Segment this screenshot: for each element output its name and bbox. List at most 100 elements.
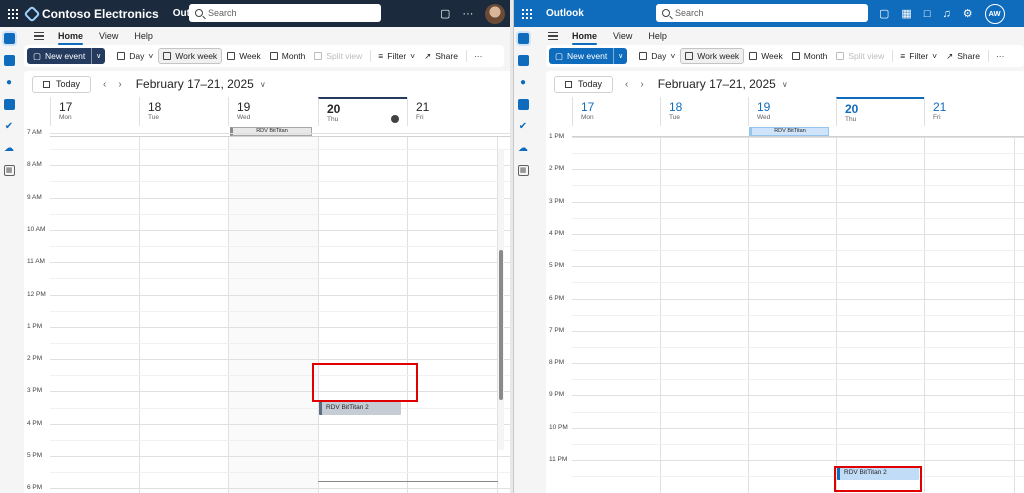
onedrive-icon[interactable]: ☁	[4, 143, 15, 154]
meet-now-icon[interactable]: ▢	[879, 7, 889, 20]
tab-view[interactable]: View	[99, 31, 118, 41]
calendar-icon[interactable]	[517, 55, 529, 66]
week-grid: 17 Mon 18 Tue 19 Wed 20 Thu 21 Fri RDV BitTit…	[546, 97, 1024, 493]
chevron-down-icon: ˅	[148, 51, 154, 61]
scrollbar-thumb[interactable]	[499, 250, 503, 400]
next-week-chevron-icon[interactable]: ›	[640, 79, 643, 90]
bell-icon[interactable]: ♫	[942, 8, 950, 20]
month-view-button[interactable]: Month	[266, 48, 310, 64]
day-view-button[interactable]: Day ˅	[113, 48, 157, 64]
hour-line	[50, 197, 510, 199]
day-header-mon[interactable]: 17 Mon	[572, 97, 660, 126]
previous-week-chevron-icon[interactable]: ‹	[103, 79, 106, 90]
filter-label: Filter	[909, 51, 929, 61]
hamburger-icon[interactable]	[548, 32, 558, 40]
week-view-button[interactable]: Week	[745, 48, 787, 64]
day-header-fri[interactable]: 21 Fri	[407, 97, 497, 126]
day-header-fri[interactable]: 21 Fri	[924, 97, 1014, 126]
next-week-chevron-icon[interactable]: ›	[118, 79, 121, 90]
new-event-dropdown-chevron-icon[interactable]: ∨	[91, 48, 106, 64]
more-apps-icon[interactable]: ▦	[3, 165, 15, 176]
month-view-button[interactable]: Month	[788, 48, 832, 64]
work-week-icon	[685, 52, 694, 60]
people-icon[interactable]: ●	[4, 77, 15, 88]
tab-home[interactable]: Home	[572, 31, 598, 45]
all-day-event[interactable]: RDV BitTitan	[749, 127, 829, 136]
ribbon-tabs: Home View Help	[532, 27, 1024, 45]
excel-icon[interactable]: ▦	[901, 7, 911, 20]
day-name: Tue	[148, 114, 159, 121]
app-rail: ● ✔ ☁ ▦	[0, 27, 18, 493]
filter-button[interactable]: ≡ Filter ˅	[896, 48, 941, 64]
week-view-button[interactable]: Week	[223, 48, 265, 64]
new-event-label: New event	[567, 51, 608, 61]
chat-icon[interactable]: □	[924, 8, 931, 20]
dual-outlook-screens: Contoso Electronics Outlook Search ▢ ···…	[0, 0, 1024, 493]
groups-icon[interactable]	[3, 99, 15, 110]
hour-line	[572, 266, 1024, 268]
new-event-dropdown-chevron-icon[interactable]: ∨	[613, 48, 628, 64]
calendar-icon[interactable]	[3, 55, 15, 66]
more-options-button[interactable]: ···	[470, 48, 487, 64]
todo-icon[interactable]: ✔	[518, 121, 529, 132]
tab-view[interactable]: View	[613, 31, 632, 41]
day-header-thu[interactable]: 20 Thu	[836, 97, 924, 126]
more-apps-icon[interactable]: ▦	[517, 165, 529, 176]
search-box[interactable]: Search	[656, 4, 868, 22]
header-actions: ▢ ···	[440, 0, 506, 27]
filter-button[interactable]: ≡ Filter ˅	[374, 48, 419, 64]
groups-icon[interactable]	[517, 99, 529, 110]
tab-help[interactable]: Help	[648, 31, 667, 41]
date-range-title[interactable]: February 17–21, 2025	[136, 77, 254, 91]
calendar-event[interactable]: RDV BitTitan 2	[319, 401, 401, 415]
chat-icon[interactable]: ▢	[440, 7, 450, 20]
day-header-wed[interactable]: 19 Wed	[748, 97, 836, 126]
hour-line	[572, 395, 1024, 397]
search-box[interactable]: Search	[189, 4, 381, 22]
work-week-view-button[interactable]: Work week	[158, 48, 223, 64]
new-event-button[interactable]: ▢ New event	[27, 48, 92, 64]
day-header-mon[interactable]: 17 Mon	[50, 97, 139, 126]
brand[interactable]: Contoso Electronics	[23, 5, 159, 22]
app-name[interactable]: Outlook	[546, 8, 584, 19]
calendar-toolbar: ▢ New event ∨ Day ˅ Work week Week Month S…	[24, 45, 504, 67]
more-options-button[interactable]: ···	[992, 48, 1009, 64]
avatar[interactable]: AW	[984, 3, 1005, 24]
app-launcher-icon[interactable]	[516, 0, 538, 27]
settings-gear-icon[interactable]: ⚙	[963, 7, 973, 20]
mail-icon[interactable]	[517, 33, 529, 44]
new-event-label: New event	[45, 51, 86, 61]
share-icon: ↗	[424, 50, 432, 61]
split-view-label: Split view	[326, 51, 363, 61]
new-event-button[interactable]: ▢ New event	[549, 48, 614, 64]
previous-week-chevron-icon[interactable]: ‹	[625, 79, 628, 90]
day-header-thu[interactable]: 20 Thu	[318, 97, 407, 126]
app-launcher-icon[interactable]	[2, 0, 24, 27]
chevron-down-icon[interactable]: ∨	[782, 80, 788, 89]
today-button[interactable]: Today	[554, 75, 614, 93]
today-button[interactable]: Today	[32, 75, 92, 93]
mail-icon[interactable]	[3, 33, 15, 44]
day-header-tue[interactable]: 18 Tue	[139, 97, 228, 126]
share-button[interactable]: ↗ Share	[420, 48, 462, 64]
split-view-button[interactable]: Split view	[310, 48, 366, 64]
split-view-button[interactable]: Split view	[832, 48, 888, 64]
people-icon[interactable]: ●	[518, 77, 529, 88]
share-button[interactable]: ↗ Share	[942, 48, 984, 64]
hamburger-icon[interactable]	[34, 32, 44, 40]
more-icon[interactable]: ···	[462, 8, 473, 20]
onedrive-icon[interactable]: ☁	[518, 143, 529, 154]
half-hour-line	[572, 217, 1024, 219]
day-name: Mon	[59, 114, 72, 121]
day-header-wed[interactable]: 19 Wed	[228, 97, 318, 126]
all-day-event[interactable]: RDV BitTitan	[230, 127, 312, 136]
day-view-button[interactable]: Day ˅	[635, 48, 679, 64]
chevron-down-icon[interactable]: ∨	[260, 80, 266, 89]
tab-home[interactable]: Home	[58, 31, 84, 45]
day-header-tue[interactable]: 18 Tue	[660, 97, 748, 126]
todo-icon[interactable]: ✔	[4, 121, 15, 132]
work-week-view-button[interactable]: Work week	[680, 48, 745, 64]
tab-help[interactable]: Help	[134, 31, 153, 41]
date-range-title[interactable]: February 17–21, 2025	[658, 77, 776, 91]
avatar[interactable]	[485, 3, 506, 24]
